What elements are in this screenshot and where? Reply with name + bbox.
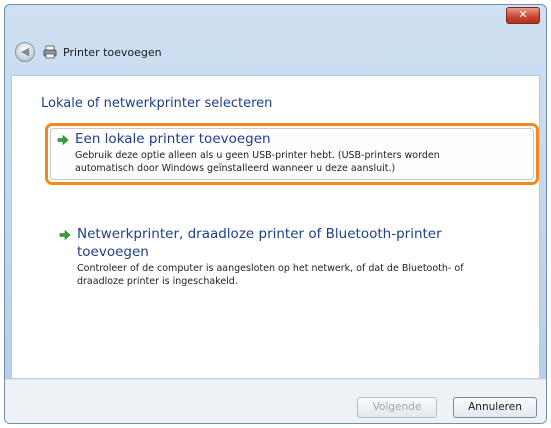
dialog-content: Lokale of netwerkprinter selecteren Een … <box>11 75 540 379</box>
add-local-printer-option[interactable]: Een lokale printer toevoegen Gebruik dez… <box>45 123 539 185</box>
cancel-button[interactable]: Annuleren <box>453 397 537 418</box>
back-button[interactable]: ◀ <box>15 42 35 62</box>
back-arrow-icon: ◀ <box>20 45 30 58</box>
option-description-line: Controleer of de computer is aangesloten… <box>77 263 464 274</box>
next-button[interactable]: Volgende <box>357 397 437 418</box>
add-printer-window: ✕ ◀ Printer toevoegen Lokale of netwerkp… <box>4 4 547 424</box>
option-title-line: toevoegen <box>77 244 149 260</box>
green-arrow-icon <box>59 229 71 241</box>
add-network-printer-option[interactable]: Netwerkprinter, draadloze printer of Blu… <box>50 226 540 306</box>
page-heading: Lokale of netwerkprinter selecteren <box>41 96 273 111</box>
option-description-line: automatisch door Windows geïnstalleerd w… <box>75 163 396 174</box>
printer-icon <box>43 45 57 59</box>
close-icon: ✕ <box>518 8 528 21</box>
window-title: Printer toevoegen <box>63 46 162 59</box>
option-description-line: Gebruik deze optie alleen als u geen USB… <box>75 150 440 161</box>
window-header: ◀ Printer toevoegen <box>5 29 546 75</box>
option-title: Een lokale printer toevoegen <box>75 131 271 147</box>
close-button[interactable]: ✕ <box>506 7 540 24</box>
dialog-footer: Volgende Annuleren <box>5 379 546 423</box>
option-description-line: draadloze printer is ingeschakeld. <box>77 276 238 287</box>
option-title-line: Netwerkprinter, draadloze printer of Blu… <box>77 226 442 242</box>
green-arrow-icon <box>57 134 69 146</box>
